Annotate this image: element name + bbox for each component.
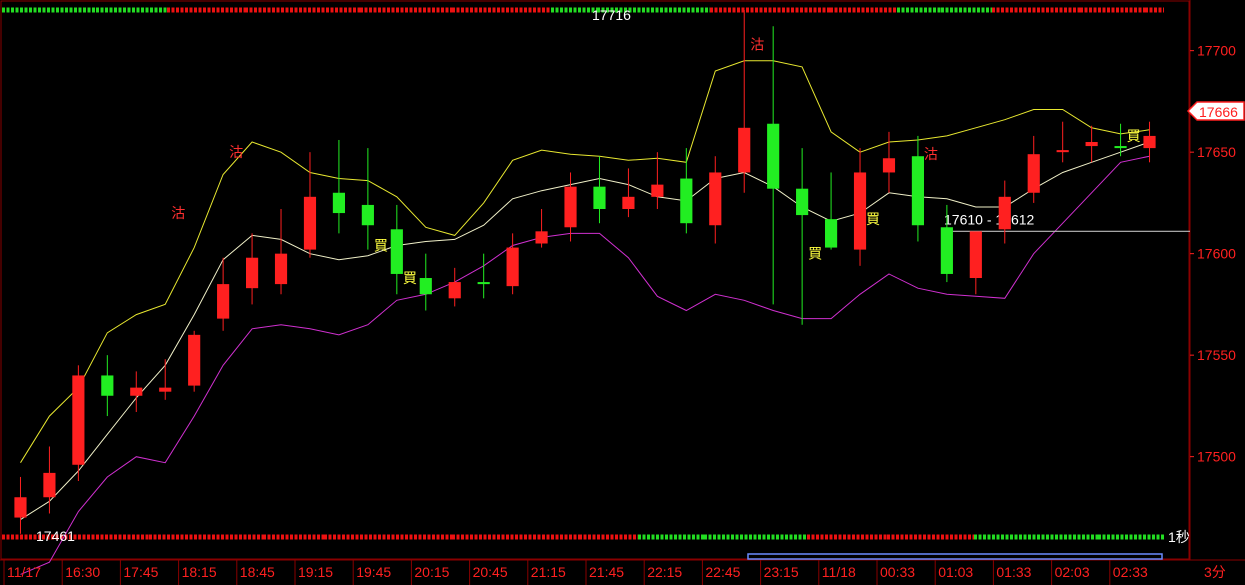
x-tick-label: 01:33 <box>996 564 1031 580</box>
x-tick-label: 22:15 <box>647 564 682 580</box>
candle-body <box>448 282 461 299</box>
candle-body <box>43 472 56 498</box>
last-price-tag: 17666 <box>1186 101 1245 121</box>
candle-body <box>1114 146 1127 149</box>
x-tick-label: 21:45 <box>589 564 624 580</box>
candle-body <box>245 257 259 289</box>
candle-body <box>303 196 317 250</box>
x-tick-label: 18:15 <box>182 564 217 580</box>
session-high-label: 17716 <box>592 7 631 23</box>
y-tick-label: 17550 <box>1197 347 1236 363</box>
x-tick-label: 19:45 <box>356 564 391 580</box>
candle-body <box>274 253 288 285</box>
candle-body <box>159 387 172 392</box>
candlestick-chart: 17610 - 17612 沽買沽買沽買沽買買 17716 17461 1750… <box>0 0 1245 585</box>
candle-body <box>130 387 143 396</box>
x-tick-label: 17:45 <box>123 564 158 580</box>
y-tick-label: 17700 <box>1197 43 1236 59</box>
x-tick-label: 22:45 <box>705 564 740 580</box>
candle-body <box>1056 150 1069 153</box>
refresh-label: 1秒 <box>1168 529 1190 545</box>
candle-body <box>738 127 751 173</box>
x-tick-label: 00:33 <box>880 564 915 580</box>
buy-signal: 買 <box>808 247 822 263</box>
candle-body <box>824 219 838 248</box>
y-tick-label: 17650 <box>1197 144 1236 160</box>
candle-body <box>593 186 606 209</box>
candle-body <box>1027 154 1040 193</box>
x-tick-label: 21:15 <box>531 564 566 580</box>
candle-body <box>217 284 230 319</box>
exit-signal: 沽 <box>924 147 938 163</box>
x-tick-label: 19:15 <box>298 564 333 580</box>
candle-body <box>796 188 809 216</box>
buy-signal: 買 <box>403 271 417 287</box>
candle-body <box>680 178 693 224</box>
candle-body <box>709 172 722 226</box>
x-tick-label: 20:45 <box>473 564 508 580</box>
candle-body <box>72 375 85 465</box>
x-tick-label: 11/18 <box>822 564 856 580</box>
session-low-label: 17461 <box>36 528 75 544</box>
candle-body <box>535 231 548 244</box>
candle-body <box>882 158 896 173</box>
chart-background <box>0 0 1245 585</box>
x-tick-label: 02:03 <box>1055 564 1090 580</box>
candle-body <box>1143 135 1156 149</box>
candle-body <box>911 156 925 226</box>
x-tick-label: 01:03 <box>938 564 973 580</box>
x-tick-label: 16:30 <box>65 564 100 580</box>
buy-signal: 買 <box>374 239 388 255</box>
x-tick-label: 11/17 <box>7 564 41 580</box>
x-tick-label: 18:45 <box>240 564 275 580</box>
buy-signal: 買 <box>1127 129 1141 145</box>
x-tick-label: 23:15 <box>764 564 799 580</box>
candle-body <box>361 204 374 226</box>
candle-body <box>188 334 201 386</box>
candle-body <box>477 282 490 285</box>
candle-body <box>332 192 346 214</box>
candle-body <box>998 196 1011 230</box>
candle-body <box>622 196 635 209</box>
scroll-bar[interactable] <box>747 553 1163 560</box>
candle-body <box>969 231 982 279</box>
exit-signal: 沽 <box>229 145 243 161</box>
candle-body <box>1085 142 1098 147</box>
candle-body <box>940 227 953 274</box>
y-tick-label: 17600 <box>1197 246 1236 262</box>
buy-signal: 買 <box>866 212 880 228</box>
exit-signal: 沽 <box>171 206 185 222</box>
exit-signal: 沽 <box>750 38 764 54</box>
candle-body <box>14 497 27 518</box>
candle-body <box>651 184 664 197</box>
x-tick-label: 20:15 <box>414 564 449 580</box>
candle-body <box>419 278 432 295</box>
y-tick-label: 17500 <box>1197 449 1236 465</box>
last-price-value: 17666 <box>1199 104 1238 120</box>
candle-body <box>767 123 780 189</box>
candle-body <box>506 247 519 287</box>
candle-body <box>853 172 867 250</box>
candle-body <box>390 229 403 274</box>
interval-label[interactable]: 3分 <box>1204 564 1226 580</box>
x-tick-label: 02:33 <box>1113 564 1148 580</box>
range-label: 17610 - 17612 <box>944 211 1035 227</box>
candle-body <box>564 186 577 228</box>
candle-body <box>101 375 114 396</box>
